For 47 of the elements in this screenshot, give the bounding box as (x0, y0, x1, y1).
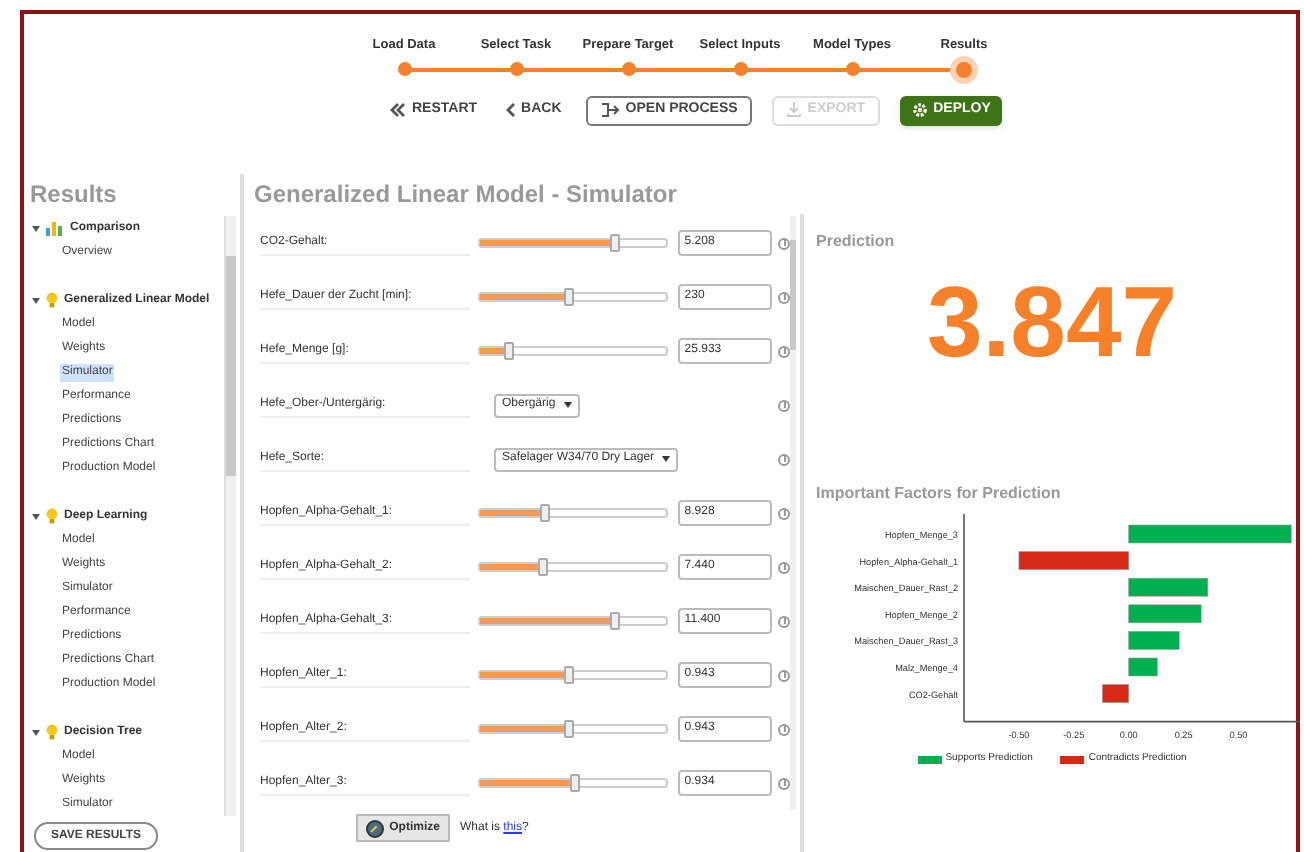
caret-down-icon (32, 729, 40, 735)
bar (1102, 684, 1129, 703)
lightbulb-icon (46, 508, 58, 524)
scrollbar[interactable] (224, 216, 236, 816)
dropdown-arrow-icon (563, 402, 572, 408)
prediction-value: 3.847 (924, 266, 1180, 382)
panel-title: Important Factors for Prediction (814, 482, 1063, 506)
double-chevron-icon (390, 102, 406, 119)
slider-thumb[interactable] (503, 342, 514, 360)
sidebar-title: Results (28, 178, 119, 212)
process-icon (599, 102, 620, 119)
scrollbar[interactable] (790, 216, 796, 810)
caret-down-icon (32, 225, 40, 231)
slider[interactable] (478, 238, 669, 248)
slider[interactable] (478, 508, 669, 518)
chevron-left-icon (505, 102, 516, 119)
slider[interactable] (478, 778, 669, 788)
slider[interactable] (478, 616, 669, 626)
slider-thumb[interactable] (563, 720, 574, 738)
slider[interactable] (478, 292, 669, 302)
bar (1128, 631, 1180, 650)
download-icon (785, 102, 802, 119)
slider-thumb[interactable] (610, 612, 621, 630)
slider[interactable] (478, 562, 669, 572)
slider[interactable] (478, 670, 669, 680)
slider-thumb[interactable] (563, 288, 574, 306)
panel-title: Prediction (814, 230, 897, 254)
bar (1128, 604, 1202, 624)
lightbulb-icon (46, 724, 58, 740)
bar (1128, 577, 1209, 597)
slider[interactable] (478, 346, 669, 356)
slider-thumb[interactable] (537, 558, 548, 576)
slider-thumb[interactable] (569, 774, 580, 792)
slider-thumb[interactable] (610, 234, 621, 252)
caret-down-icon (32, 513, 40, 519)
lightbulb-icon (46, 292, 58, 308)
slider[interactable] (478, 724, 669, 734)
slider-thumb[interactable] (563, 666, 574, 684)
slider-thumb[interactable] (539, 504, 550, 522)
compass-icon (365, 819, 384, 837)
caret-down-icon (32, 297, 40, 303)
dropdown-arrow-icon (662, 456, 671, 462)
bar-chart-icon (46, 221, 64, 235)
gear-icon (911, 102, 928, 119)
bar (1128, 657, 1158, 677)
bar (1018, 551, 1129, 570)
panel-title: Generalized Linear Model - Simulator (252, 178, 679, 212)
